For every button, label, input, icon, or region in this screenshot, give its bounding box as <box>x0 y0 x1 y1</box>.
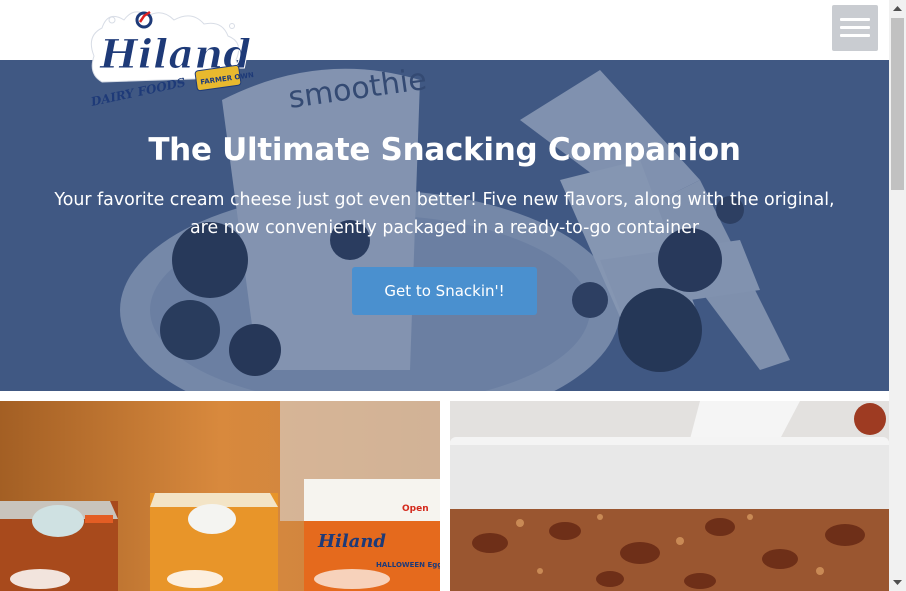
carton-product-text: HALLOWEEN Egg Nog <box>376 561 440 569</box>
product-card-dessert[interactable] <box>450 401 889 591</box>
carton-brand-text: Hiland <box>317 531 386 552</box>
carton-open-text: Open <box>402 504 429 514</box>
hamburger-menu-icon-bar <box>840 34 870 37</box>
scroll-up-arrow-icon[interactable] <box>889 0 906 17</box>
hiland-logo-graphic: Hiland DAIRY FOODS FARMER OWNED ® <box>89 10 333 109</box>
page-scrollbar[interactable] <box>889 0 906 591</box>
hamburger-menu-icon-bar <box>840 26 870 29</box>
scrollbar-thumb[interactable] <box>891 18 904 190</box>
pecan-dessert-image <box>450 401 889 591</box>
hero-title: The Ultimate Snacking Companion <box>148 132 741 168</box>
hero-subtitle: Your favorite cream cheese just got even… <box>54 190 835 238</box>
product-card-milk[interactable]: Hiland HALLOWEEN Egg Nog Open <box>0 401 440 591</box>
scroll-down-arrow-icon[interactable] <box>889 574 906 591</box>
menu-button[interactable] <box>832 5 878 51</box>
milk-cartons-image: Hiland HALLOWEEN Egg Nog Open <box>0 401 440 591</box>
hiland-logo[interactable]: Hiland DAIRY FOODS FARMER OWNED ® <box>82 6 333 114</box>
get-to-snackin-button[interactable]: Get to Snackin'! <box>352 267 537 315</box>
hamburger-menu-icon <box>840 18 870 21</box>
